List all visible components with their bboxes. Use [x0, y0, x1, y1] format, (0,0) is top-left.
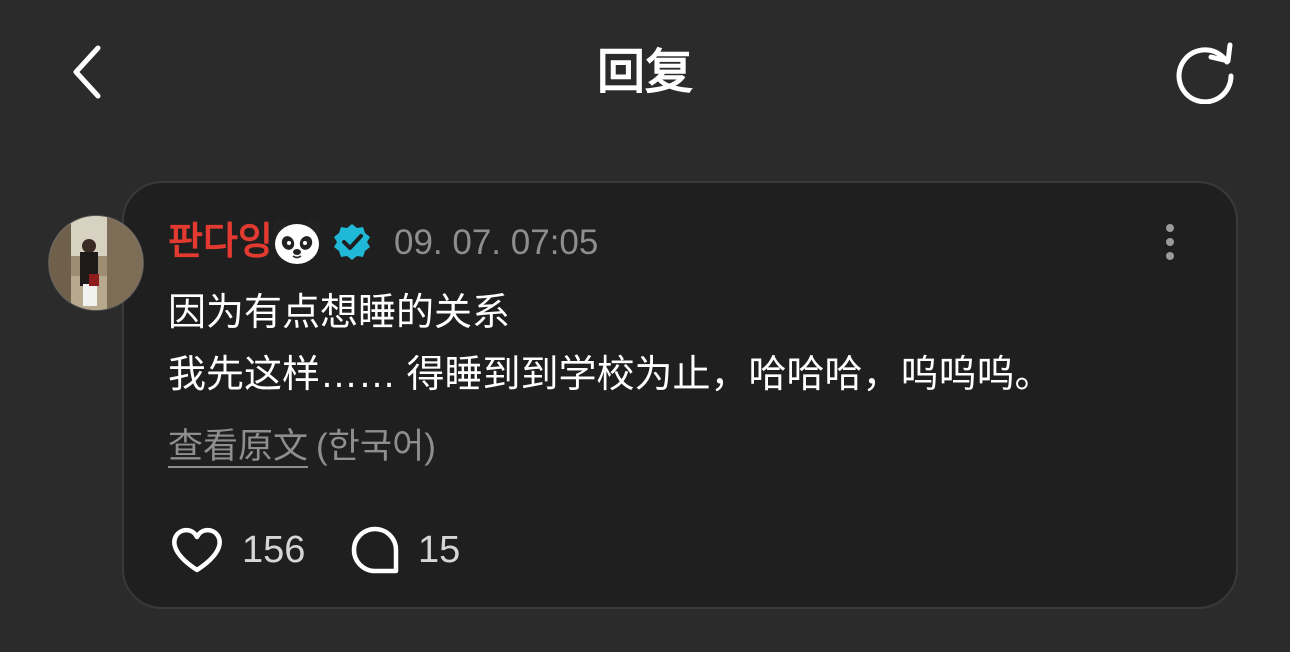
view-original-link[interactable]: 查看原文 — [168, 427, 308, 466]
top-bar: 回复 — [0, 0, 1290, 150]
more-vertical-icon — [1166, 224, 1174, 260]
username[interactable]: 판다잉 — [168, 218, 273, 266]
reply-body: 因为有点想睡的关系 我先这样…… 得睡到到学校为止，哈哈哈，呜呜呜。 — [168, 282, 1208, 406]
like-count: 156 — [242, 529, 306, 571]
refresh-button[interactable] — [1172, 40, 1242, 106]
reply-count: 15 — [418, 529, 461, 571]
timestamp: 09. 07. 07:05 — [394, 223, 599, 262]
body-line: 我先这样…… 得睡到到学校为止，哈哈哈，呜呜呜。 — [168, 354, 1053, 396]
heart-icon — [172, 527, 222, 573]
refresh-icon — [1176, 42, 1234, 104]
panda-icon — [272, 218, 322, 266]
like-button[interactable]: 156 — [170, 522, 305, 578]
body-line: 因为有点想睡的关系 — [168, 292, 511, 334]
avatar[interactable] — [48, 215, 144, 311]
verified-badge-icon — [332, 222, 372, 262]
original-language-label: (한국어) — [316, 427, 436, 466]
page-title: 回复 — [596, 46, 693, 99]
translation-row: 查看原文 (한국어) — [168, 424, 436, 470]
reply-screen: 回复 판다잉 09. 07. 07:05 因为有点想睡的关系 我先这样…… 得睡… — [0, 0, 1290, 652]
reply-button[interactable]: 15 — [350, 522, 460, 578]
comment-bubble-icon — [351, 526, 399, 574]
more-options-button[interactable] — [1150, 218, 1190, 266]
